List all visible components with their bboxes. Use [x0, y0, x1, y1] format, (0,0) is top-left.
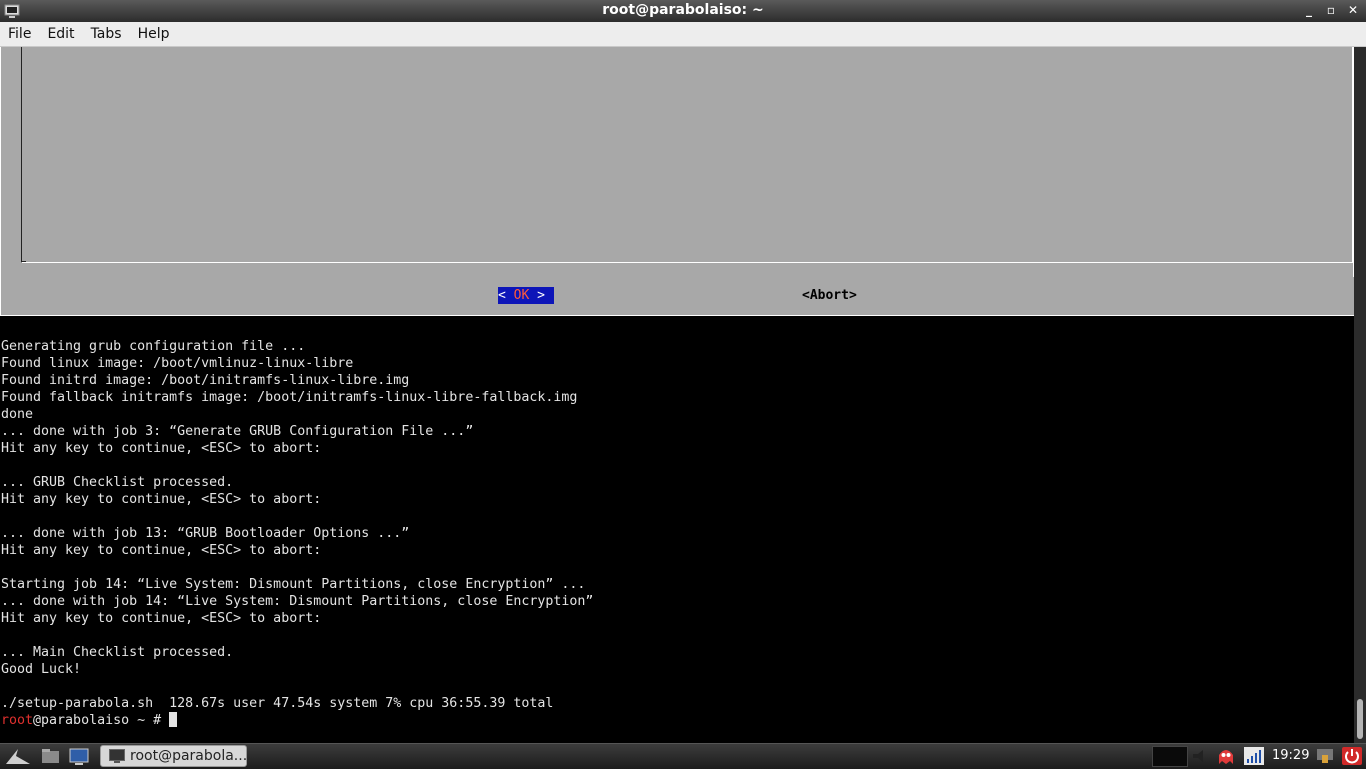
dialog-button-bar: < OK > <Abort>	[1, 277, 1354, 315]
terminal-line: ... done with job 14: “Live System: Dism…	[1, 594, 594, 609]
prompt-user: root	[1, 713, 34, 728]
taskbar-terminal-button[interactable]: root@parabola...	[100, 745, 247, 767]
terminal-area[interactable]: < OK > <Abort> Generating grub configura…	[0, 47, 1354, 743]
terminal-line: Generating grub configuration file ...	[1, 339, 306, 354]
prompt-line[interactable]: root@parabolaiso ~ #	[1, 712, 593, 729]
scrollbar-thumb[interactable]	[1357, 699, 1363, 739]
menu-file[interactable]: File	[0, 22, 39, 46]
terminal-output: Generating grub configuration file ... Fo…	[1, 338, 593, 729]
terminal-line: ... done with job 3: “Generate GRUB Conf…	[1, 424, 474, 439]
terminal-line: Hit any key to continue, <ESC> to abort:	[1, 441, 322, 456]
terminal-icon	[109, 749, 125, 763]
menu-help[interactable]: Help	[130, 22, 178, 46]
lock-screen-icon[interactable]	[1314, 746, 1336, 766]
window-titlebar[interactable]: root@parabolaiso: ~ _ ▫ ✕	[0, 0, 1366, 23]
terminal-line: Hit any key to continue, <ESC> to abort:	[1, 611, 322, 626]
clock[interactable]: 19:29	[1272, 744, 1309, 768]
minimize-icon[interactable]: _	[1302, 3, 1316, 17]
ghost-icon[interactable]	[1215, 746, 1237, 766]
dialog-content-area	[21, 47, 1353, 263]
ok-bracket-left: <	[498, 288, 506, 303]
terminal-line: Found initrd image: /boot/initramfs-linu…	[1, 373, 410, 388]
prompt-host: @parabolaiso ~ #	[33, 713, 170, 728]
cpu-graph-icon[interactable]	[1152, 746, 1188, 767]
window-title: root@parabolaiso: ~	[602, 2, 764, 18]
dialog-corner	[22, 261, 26, 262]
maximize-icon[interactable]: ▫	[1324, 3, 1338, 17]
text-cursor	[169, 712, 178, 727]
ok-bracket-right: >	[537, 288, 545, 303]
dialog-box: < OK > <Abort>	[0, 47, 1354, 320]
ok-label: OK	[505, 288, 538, 303]
abort-button[interactable]: <Abort>	[802, 287, 857, 304]
terminal-line: Found fallback initramfs image: /boot/in…	[1, 390, 578, 405]
terminal-line: Hit any key to continue, <ESC> to abort:	[1, 543, 322, 558]
terminal-line: Good Luck!	[1, 662, 82, 677]
taskbar-terminal-label: root@parabola...	[130, 748, 248, 764]
terminal-line: Hit any key to continue, <ESC> to abort:	[1, 492, 322, 507]
volume-icon[interactable]	[1190, 746, 1212, 766]
file-manager-icon[interactable]	[40, 746, 62, 766]
taskbar: root@parabola... 19:29	[0, 743, 1366, 769]
close-icon[interactable]: ✕	[1346, 3, 1360, 17]
terminal-line: ... done with job 13: “GRUB Bootloader O…	[1, 526, 410, 541]
menu-edit[interactable]: Edit	[39, 22, 82, 46]
show-desktop-icon[interactable]	[68, 746, 90, 766]
ok-button[interactable]: < OK >	[498, 287, 554, 304]
terminal-line: done	[1, 407, 34, 422]
terminal-line: ... Main Checklist processed.	[1, 645, 234, 660]
terminal-line: Found linux image: /boot/vmlinuz-linux-l…	[1, 356, 354, 371]
network-signal-icon[interactable]	[1243, 746, 1265, 766]
start-menu-icon[interactable]	[4, 746, 34, 766]
power-icon[interactable]	[1341, 746, 1363, 766]
terminal-line: ... GRUB Checklist processed.	[1, 475, 234, 490]
terminal-line: Starting job 14: “Live System: Dismount …	[1, 577, 586, 592]
dialog-bottom-border	[0, 315, 1354, 322]
terminal-line: ./setup-parabola.sh 128.67s user 47.54s …	[1, 696, 554, 711]
terminal-scrollbar[interactable]	[1354, 47, 1366, 743]
menu-bar: File Edit Tabs Help	[0, 22, 1366, 47]
menu-tabs[interactable]: Tabs	[83, 22, 130, 46]
